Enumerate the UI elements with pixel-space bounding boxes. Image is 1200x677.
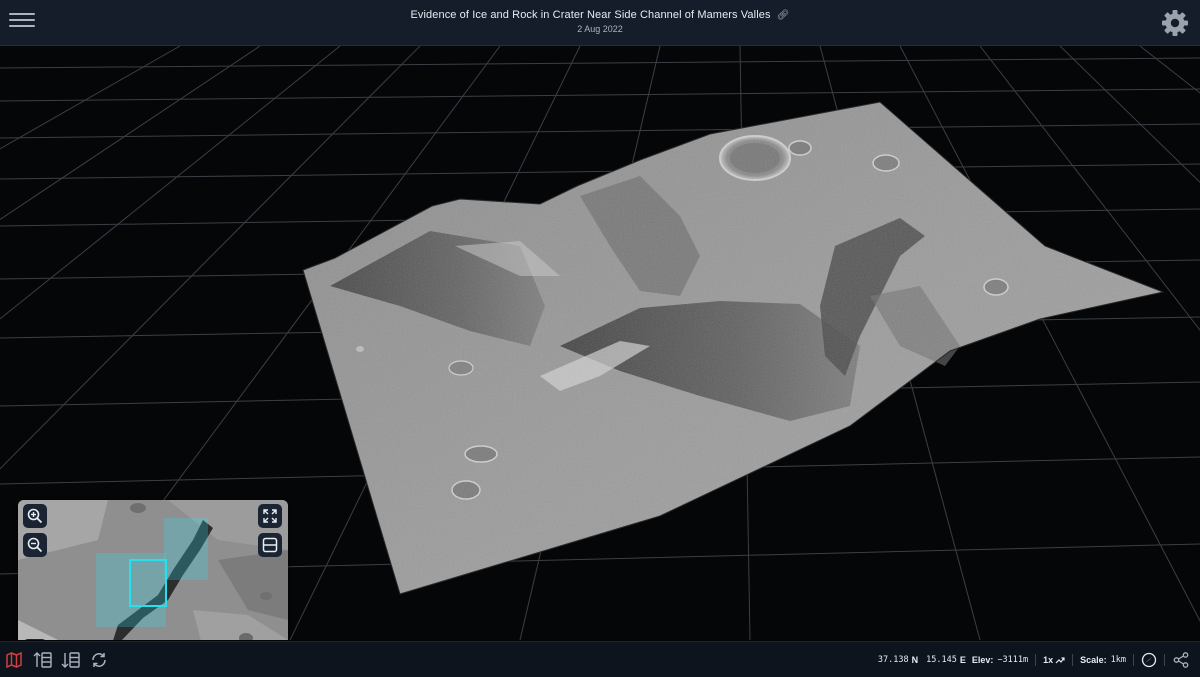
bottom-bar: 37.138 N 15.145 E Elev: −3111m 1x Scale:… [0,641,1200,677]
sort-descending-icon[interactable] [61,651,81,669]
split-view-icon[interactable] [258,533,282,557]
divider [1035,653,1037,666]
expand-icon[interactable] [258,504,282,528]
exaggeration-value: 1x [1043,654,1054,665]
hamburger-menu-icon[interactable] [9,11,37,33]
minimap[interactable] [18,500,288,640]
terrain-model[interactable] [302,101,1165,595]
minimap-image[interactable] [18,500,288,640]
page-title-text: Evidence of Ice and Rock in Crater Near … [410,9,771,21]
compass-icon[interactable] [1141,652,1157,668]
gear-icon[interactable] [1160,8,1190,38]
elevation-label: Elev: [971,654,994,665]
coordinates: 37.138 N 15.145 E Elev: −3111m [878,655,1028,665]
scale-value: 1km [1110,654,1126,665]
divider [1133,653,1134,666]
divider [1164,653,1165,666]
title-block: Evidence of Ice and Rock in Crater Near … [300,9,900,34]
status-readout: 37.138 N 15.145 E Elev: −3111m 1x Scale:… [878,642,1200,677]
terrain-viewport[interactable] [0,46,1200,640]
exaggeration-toggle[interactable]: 1x [1043,655,1065,665]
link-icon[interactable]: 🔗︎ [777,10,790,21]
scale-readout: Scale: 1km [1080,655,1126,665]
scale-label: Scale: [1080,654,1107,665]
zoom-out-icon[interactable] [23,533,47,557]
latitude-dir: N [911,654,919,665]
observation-date: 2 Aug 2022 [577,24,623,34]
minimap-footprint [164,518,208,580]
location-pin-icon[interactable] [23,639,47,640]
share-icon[interactable] [1172,651,1190,669]
sort-ascending-icon[interactable] [33,651,53,669]
latitude-value: 37.138 [877,654,909,665]
divider [1072,653,1074,666]
trend-icon [1055,656,1065,663]
page-title: Evidence of Ice and Rock in Crater Near … [300,9,900,21]
top-bar: Evidence of Ice and Rock in Crater Near … [0,0,1200,46]
elevation-value: −3111m [997,654,1029,665]
longitude-value: 15.145 [926,654,957,665]
zoom-in-icon[interactable] [23,504,47,528]
longitude-dir: E [959,654,966,665]
reset-rotate-icon[interactable] [90,651,110,669]
map-icon[interactable] [5,651,25,669]
